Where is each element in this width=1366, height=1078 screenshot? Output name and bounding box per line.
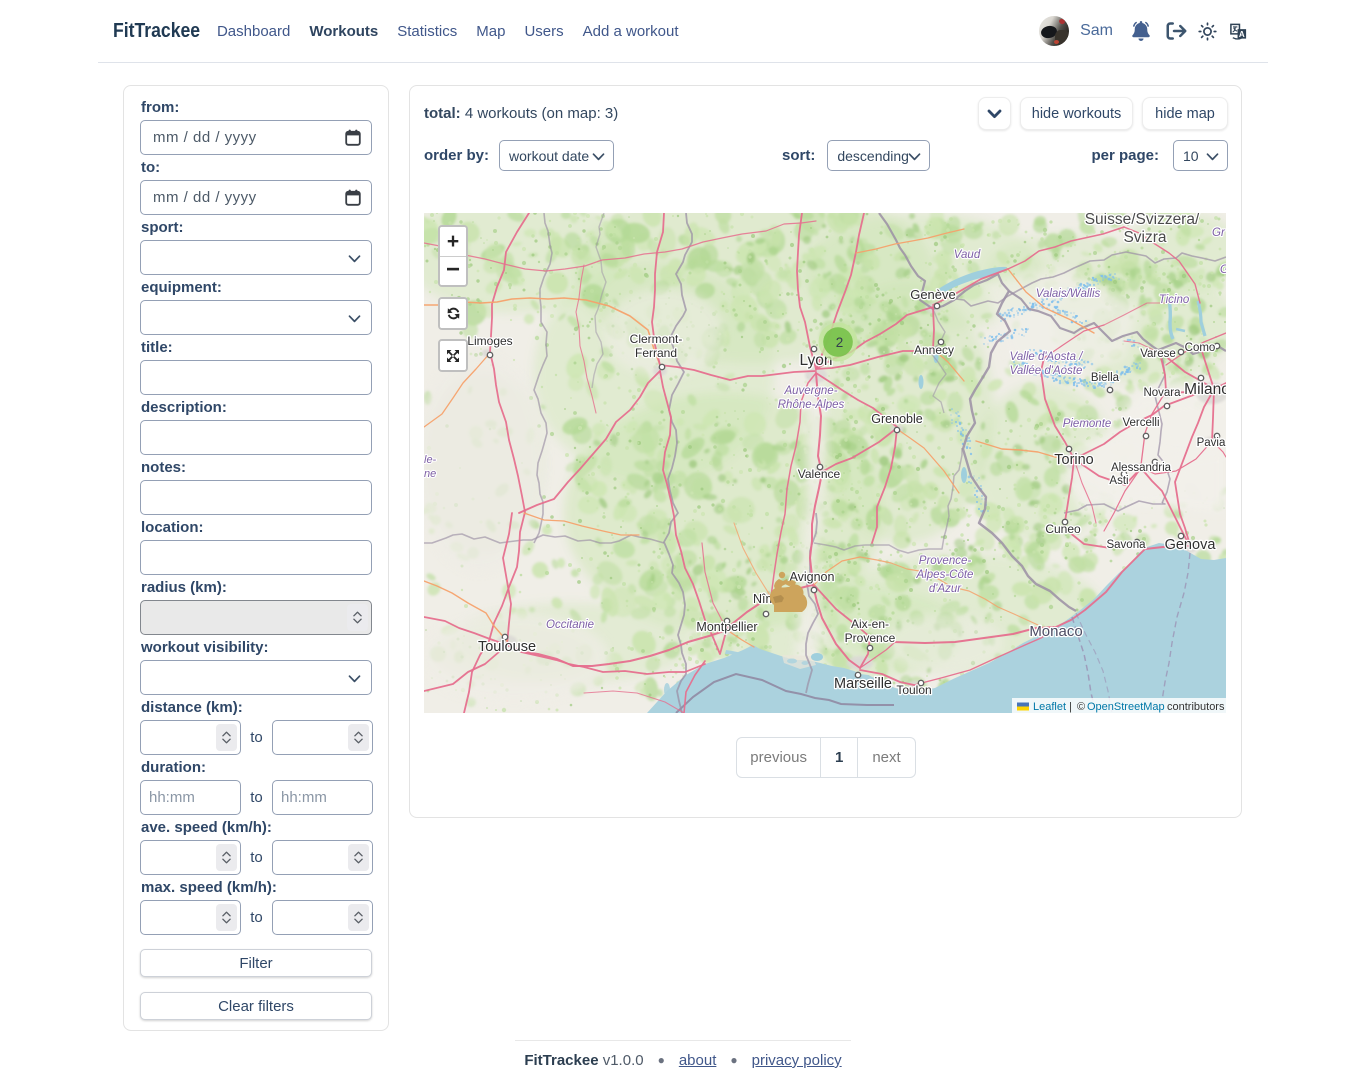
svg-text:Varese: Varese	[1140, 348, 1176, 360]
svg-text:Gr: Gr	[1212, 227, 1226, 239]
svg-text:|: |	[1069, 701, 1072, 713]
svg-text:Genova: Genova	[1165, 537, 1217, 553]
svg-text:Toulon: Toulon	[896, 683, 931, 697]
svg-text:Valais/Wallis: Valais/Wallis	[1036, 288, 1101, 300]
svg-text:OpenStreetMap: OpenStreetMap	[1087, 701, 1165, 713]
svg-text:Cuneo: Cuneo	[1045, 522, 1081, 536]
svg-text:Como: Como	[1185, 342, 1216, 354]
svg-text:Biella: Biella	[1091, 372, 1120, 384]
svg-text:2: 2	[836, 335, 844, 350]
svg-text:le-: le-	[424, 454, 437, 466]
svg-text:Piemonte: Piemonte	[1063, 418, 1112, 430]
svg-text:contributors: contributors	[1167, 701, 1225, 713]
svg-text:Leaflet: Leaflet	[1033, 701, 1066, 713]
svg-text:Ticino: Ticino	[1159, 294, 1190, 306]
svg-text:Marseille: Marseille	[834, 676, 892, 692]
svg-text:Provence-: Provence-	[919, 555, 972, 567]
svg-text:Vaud: Vaud	[954, 249, 981, 261]
svg-text:Occitanie: Occitanie	[546, 619, 594, 631]
svg-text:Torino: Torino	[1054, 452, 1094, 468]
svg-text:Monaco: Monaco	[1029, 623, 1082, 640]
svg-text:Montpellier: Montpellier	[696, 620, 757, 634]
svg-text:Vercelli: Vercelli	[1122, 417, 1159, 429]
svg-text:Grenoble: Grenoble	[871, 412, 922, 426]
svg-text:Novara: Novara	[1143, 387, 1181, 399]
svg-text:ne: ne	[424, 468, 436, 480]
svg-text:Savona: Savona	[1106, 539, 1146, 551]
svg-text:G: G	[1220, 264, 1226, 276]
svg-text:Vallée d'Aoste: Vallée d'Aoste	[1010, 365, 1083, 377]
svg-text:Auvergne-: Auvergne-	[783, 385, 837, 397]
svg-text:Genève: Genève	[910, 287, 956, 302]
svg-text:Aix-en-: Aix-en-	[851, 617, 889, 631]
svg-text:Pavia: Pavia	[1197, 437, 1226, 449]
svg-text:Provence: Provence	[845, 631, 896, 645]
svg-text:Asti: Asti	[1109, 475, 1128, 487]
svg-text:d'Azur: d'Azur	[929, 583, 962, 595]
svg-text:Svizra: Svizra	[1123, 229, 1166, 246]
svg-text:Rhône-Alpes: Rhône-Alpes	[778, 399, 845, 411]
svg-text:Avignon: Avignon	[790, 570, 835, 584]
svg-text:Annecy: Annecy	[914, 343, 954, 357]
svg-text:©: ©	[1077, 701, 1085, 713]
svg-text:Toulouse: Toulouse	[478, 639, 536, 655]
svg-text:Valence: Valence	[798, 467, 841, 481]
svg-text:Alessandria: Alessandria	[1111, 462, 1172, 474]
svg-text:Valle d'Aosta /: Valle d'Aosta /	[1010, 351, 1085, 363]
svg-text:Alpes-Côte: Alpes-Côte	[916, 569, 974, 581]
svg-text:Limoges: Limoges	[467, 334, 512, 348]
svg-text:Milano: Milano	[1184, 381, 1226, 398]
svg-text:Clermont-: Clermont-	[630, 332, 683, 346]
svg-text:Ferrand: Ferrand	[635, 346, 677, 360]
svg-text:Suisse/Svizzera/: Suisse/Svizzera/	[1085, 213, 1200, 228]
